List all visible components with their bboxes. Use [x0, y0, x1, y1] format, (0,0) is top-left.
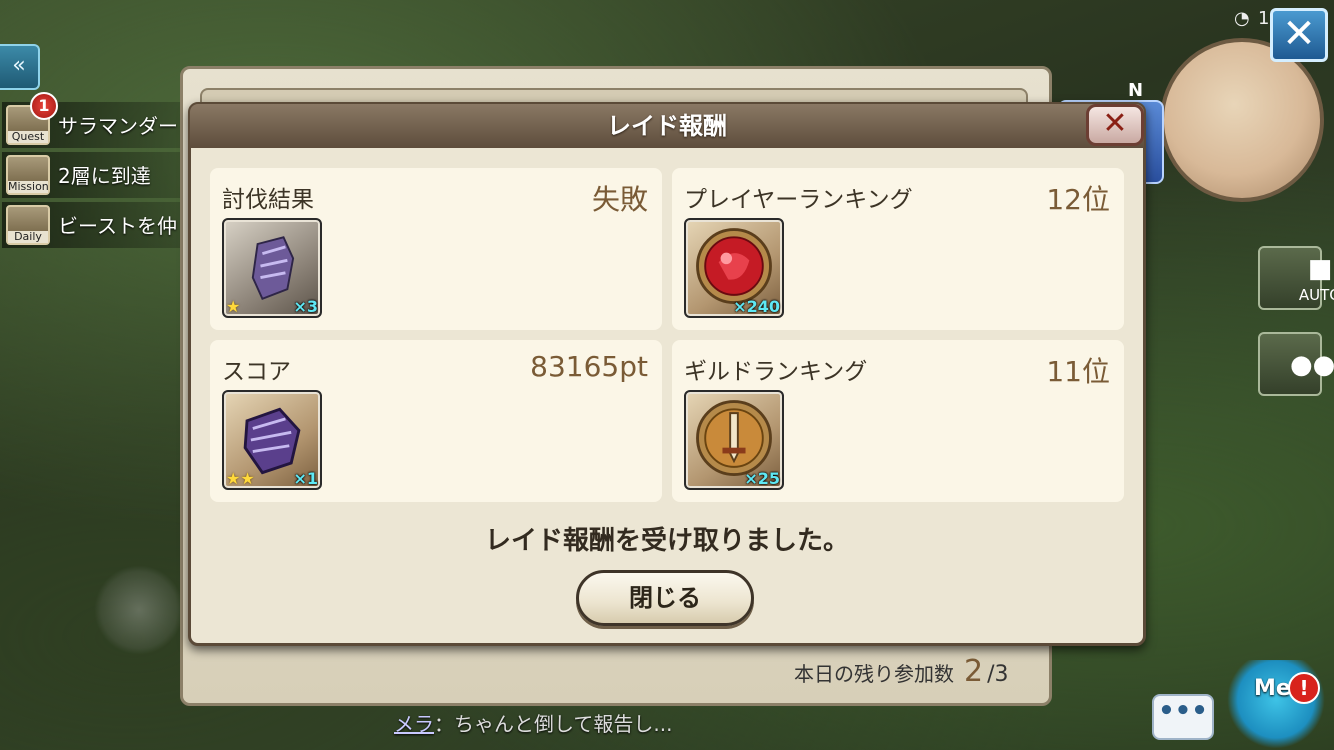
close-icon: ✕ [1102, 106, 1128, 141]
close-button[interactable]: 閉じる [576, 570, 754, 626]
remaining-current: 2 [964, 654, 984, 689]
rarity-stars: ★★ [226, 469, 255, 488]
cell-value: 12位 [1046, 183, 1110, 216]
item-quantity: ×1 [293, 469, 318, 488]
remaining-label: 本日の残り参加数 [794, 662, 954, 686]
mission-tracker-text: 2層に到達 [58, 164, 151, 188]
virtual-joystick[interactable] [94, 565, 184, 655]
close-icon: ✕ [1282, 11, 1316, 57]
reward-cell-result: 討伐結果 失敗 ★ ×3 [210, 168, 662, 330]
rarity-stars: ★ [226, 297, 241, 316]
auto-battle-button[interactable]: ■ AUTO [1258, 246, 1334, 310]
chat-speaker[interactable]: メラ [394, 712, 434, 736]
clock-icon: ◔ [1234, 8, 1250, 29]
cell-title: プレイヤーランキング [684, 187, 913, 213]
cell-title: 討伐結果 [222, 187, 314, 213]
party-members-icon: ●●● [1290, 350, 1334, 380]
item-quantity: ×25 [744, 469, 780, 488]
cell-value: 83165pt [530, 350, 648, 383]
exit-screen-button[interactable]: ✕ [1270, 8, 1328, 62]
compass-north-label: N [1128, 80, 1144, 101]
minimap[interactable] [1160, 38, 1324, 202]
cell-value: 失敗 [591, 183, 648, 216]
remaining-entries: 本日の残り参加数 2/3 [794, 654, 1009, 689]
mission-icon: Mission [6, 155, 50, 195]
quest-tracker-text: サラマンダー [58, 114, 178, 138]
reward-item-slot[interactable]: ★★ ×1 [222, 390, 322, 490]
cell-title: ギルドランキング [684, 359, 868, 385]
daily-icon: Daily [6, 205, 50, 245]
reward-cell-guild-ranking: ギルドランキング 11位 ×25 [672, 340, 1124, 502]
daily-tracker-text: ビーストを仲 [58, 214, 177, 238]
quest-notification-badge: 1 [30, 92, 58, 120]
chat-message: ：ちゃんと倒して報告し... [434, 712, 673, 736]
collapse-panel-button[interactable]: « [0, 44, 40, 90]
chat-log-line[interactable]: メラ：ちゃんと倒して報告し... [394, 708, 672, 737]
reward-item-slot[interactable]: ×240 [684, 218, 784, 318]
double-chevron-left-icon: « [12, 53, 26, 78]
auto-label: AUTO [1298, 286, 1334, 304]
dialog-close-button[interactable]: ✕ [1086, 104, 1144, 146]
mascot-label: Me [1254, 676, 1291, 701]
cell-value: 11位 [1046, 355, 1110, 388]
party-button[interactable]: ●●● [1258, 332, 1334, 396]
chat-dots-icon: ••• [1158, 696, 1208, 726]
dialog-title: レイド報酬 [190, 104, 1144, 148]
chat-button[interactable]: ••• [1152, 694, 1214, 740]
clock-value: 1 [1258, 8, 1270, 29]
camera-icon: ■ [1307, 254, 1333, 284]
reward-item-slot[interactable]: ×25 [684, 390, 784, 490]
quest-tracker-row-daily[interactable]: Daily ビーストを仲 [2, 202, 202, 248]
remaining-separator: / [987, 662, 995, 687]
reward-cell-player-ranking: プレイヤーランキング 12位 ×240 [672, 168, 1124, 330]
reward-cell-score: スコア 83165pt ★★ ×1 [210, 340, 662, 502]
item-quantity: ×3 [293, 297, 318, 316]
reward-item-slot[interactable]: ★ ×3 [222, 218, 322, 318]
quest-tracker-row-mission[interactable]: Mission 2層に到達 [2, 152, 202, 198]
alert-icon: ! [1288, 672, 1320, 704]
remaining-total: 3 [994, 662, 1009, 687]
reward-received-message: レイド報酬を受け取りました。 [484, 526, 849, 556]
item-quantity: ×240 [733, 297, 780, 316]
cell-title: スコア [222, 359, 291, 385]
